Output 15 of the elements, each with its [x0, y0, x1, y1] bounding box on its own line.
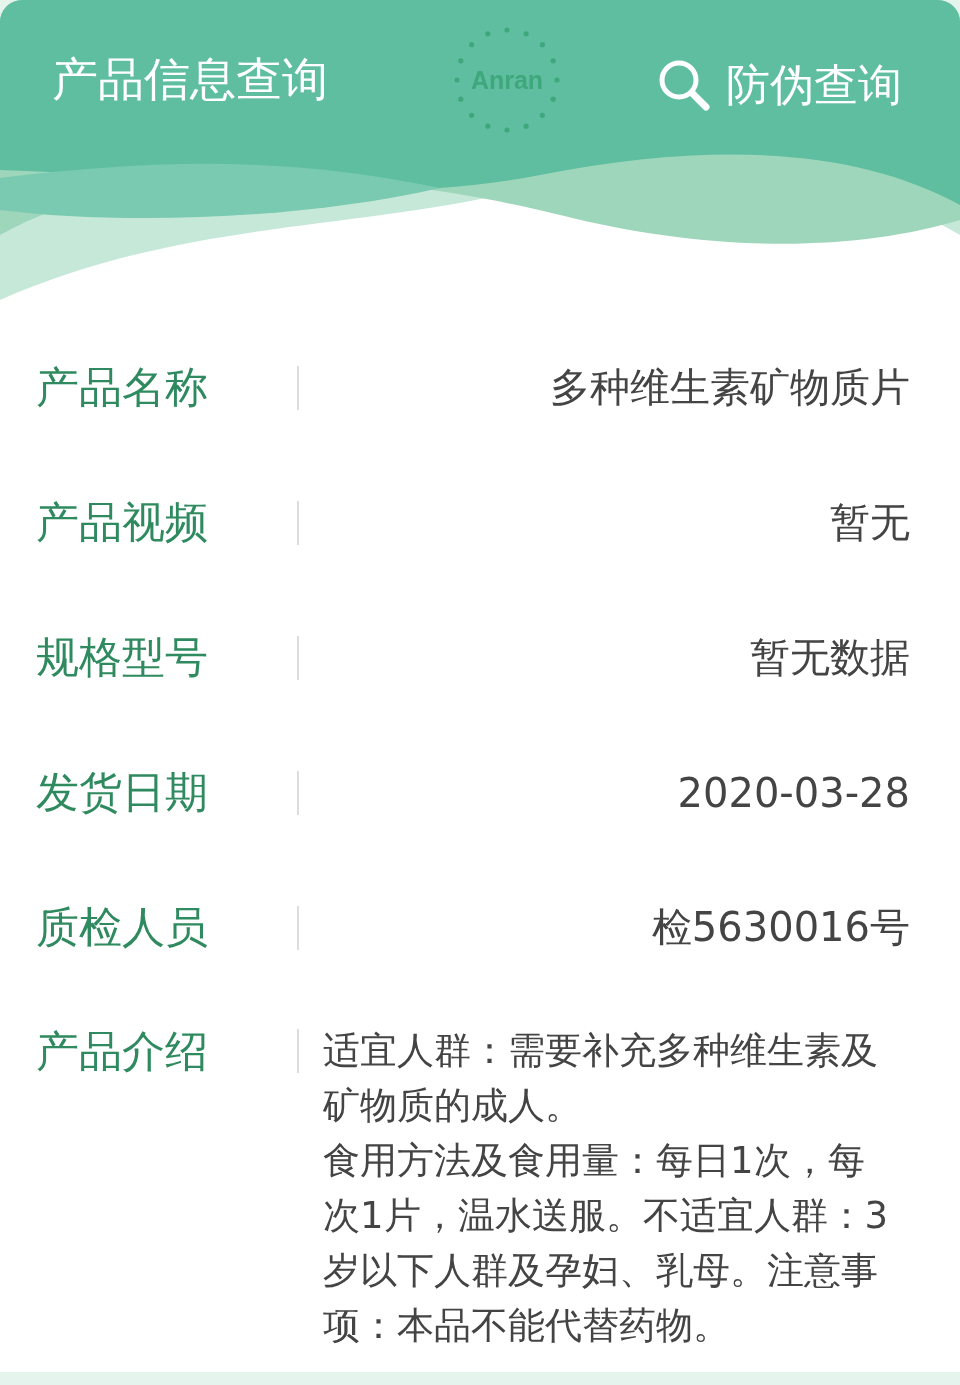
field-label: 产品视频 [36, 495, 209, 549]
field-label: 产品介绍 [36, 1025, 209, 1078]
anti-counterfeit-link[interactable]: 防伪查询 [656, 55, 902, 115]
field-value: 2020-03-28 [676, 769, 910, 816]
field-label: 质检人员 [36, 900, 209, 954]
intro-paragraph: 食用方法及食用量：每日1次，每次1片，温水送服。不适宜人群：3岁以下人群及孕妇、乳母。注意事项：本品不能代替药物。 [323, 1138, 890, 1349]
field-label: 产品名称 [36, 360, 209, 414]
page-title: 产品信息查询 [52, 51, 328, 108]
field-value: 检5630016号 [650, 903, 910, 952]
field-value: 多种维生素矿物质片 [549, 363, 910, 412]
field-label: 发货日期 [36, 765, 209, 819]
field-value: 暂无 [829, 498, 910, 547]
field-value: 暂无数据 [749, 633, 910, 682]
intro-paragraph: 适宜人群：需要补充多种维生素及矿物质的成人。 [323, 1028, 879, 1129]
field-label: 规格型号 [36, 630, 209, 684]
